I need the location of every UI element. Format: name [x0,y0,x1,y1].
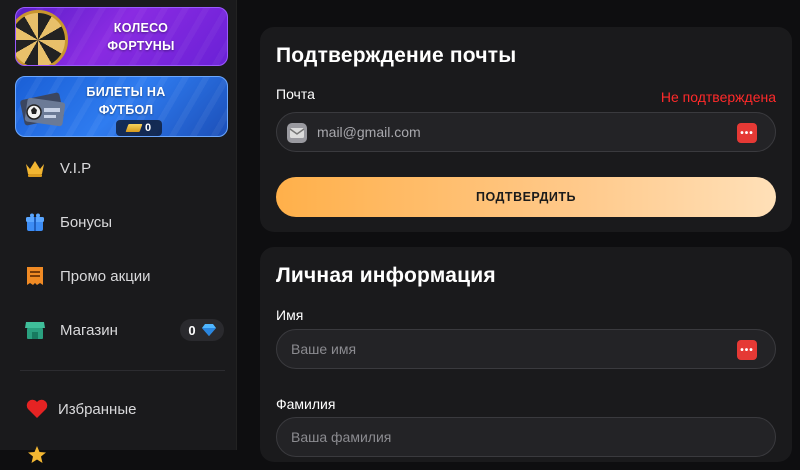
sidebar-divider [20,370,225,371]
name-field[interactable]: Ваше имя ••• [276,329,776,369]
star-icon [26,444,48,466]
sidebar: КОЛЕСО ФОРТУНЫ БИЛЕТЫ НА ФУТБОЛ 0 V.I.P … [0,0,237,463]
sidebar-item-shop[interactable]: Магазин 0 [24,315,224,345]
tickets-count: 0 [144,122,152,134]
sidebar-item-label: Избранные [58,400,137,418]
promo-ticket-icon [24,265,46,287]
sidebar-item-vip[interactable]: V.I.P [24,153,224,183]
gift-icon [24,211,46,233]
sidebar-item-favorites[interactable]: Избранные [26,394,226,424]
sidebar-item-promotions[interactable]: Промо акции [24,261,224,291]
sidebar-item-label: Бонусы [60,213,113,231]
email-confirmation-card: Подтверждение почты Почта Не подтвержден… [260,27,792,232]
surname-label: Фамилия [276,396,336,412]
personal-card-title: Личная информация [276,264,496,287]
sidebar-item-label: V.I.P [60,159,92,177]
surname-field[interactable]: Ваша фамилия [276,417,776,457]
confirm-email-button[interactable]: ПОДТВЕРДИТЬ [276,177,776,217]
gem-icon [201,324,216,336]
sidebar-item-label: Магазин [60,321,118,339]
tickets-count-badge: 0 [116,120,162,136]
crown-icon [24,157,46,179]
name-label: Имя [276,307,304,323]
shop-icon [24,319,46,341]
heart-icon [26,398,48,420]
tickets-banner-title: БИЛЕТЫ НА ФУТБОЛ [86,85,166,117]
password-dots-icon[interactable]: ••• [737,340,757,360]
sidebar-item-bonuses[interactable]: Бонусы [24,207,224,237]
password-dots-icon[interactable]: ••• [737,123,757,143]
email-field[interactable]: mail@gmail.com ••• [276,112,776,152]
surname-placeholder: Ваша фамилия [291,429,392,445]
personal-info-card: Личная информация Имя Ваше имя ••• Фамил… [260,247,792,462]
email-card-title: Подтверждение почты [276,44,517,67]
wheel-banner-title: КОЛЕСО ФОРТУНЫ [107,21,175,53]
sidebar-item-label: Промо акции [60,267,151,285]
mail-icon [287,123,307,143]
shop-gems-badge: 0 [180,319,224,341]
fortune-wheel-icon [16,10,68,65]
shop-gems-count: 0 [188,322,196,338]
email-status: Не подтверждена [660,89,776,105]
wheel-of-fortune-banner[interactable]: КОЛЕСО ФОРТУНЫ [15,7,228,66]
gold-ticket-icon [125,124,143,132]
football-tickets-banner[interactable]: БИЛЕТЫ НА ФУТБОЛ 0 [15,76,228,137]
tickets-art-icon [20,92,66,127]
email-label: Почта [276,86,315,102]
email-value: mail@gmail.com [317,124,421,140]
sidebar-item-partial[interactable] [26,440,226,470]
name-placeholder: Ваше имя [291,341,357,357]
